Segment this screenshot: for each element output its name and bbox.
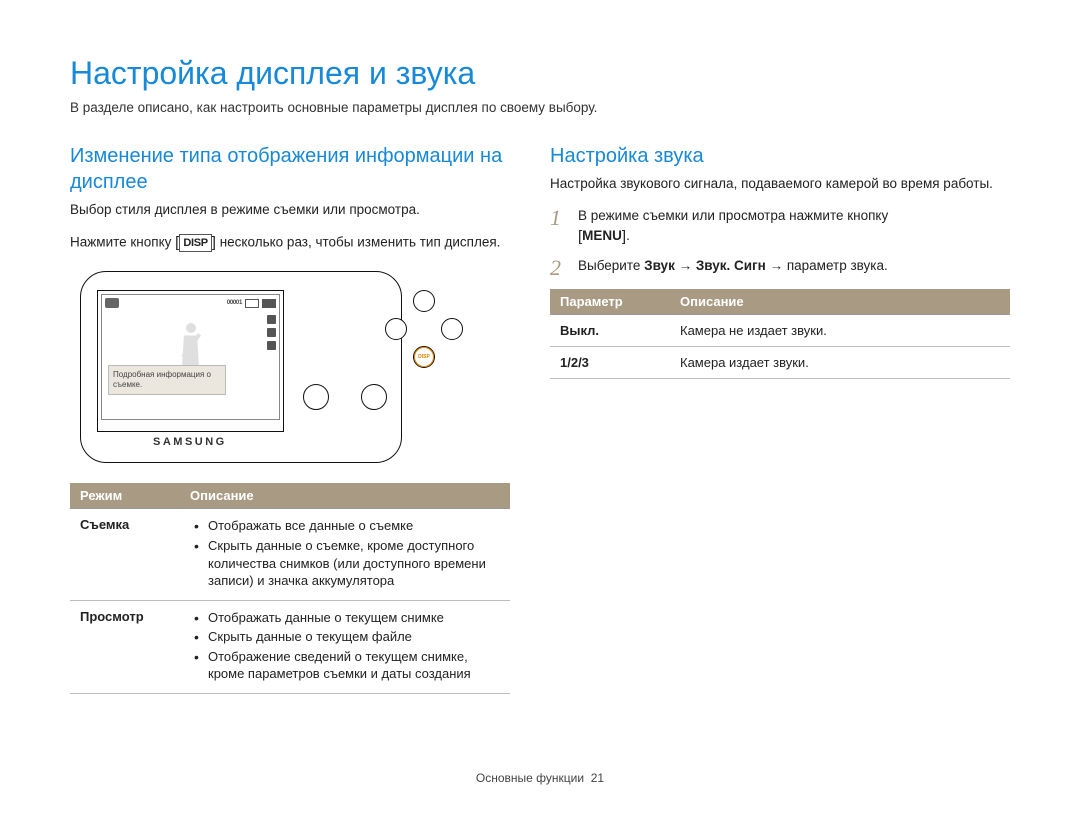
aux-button-1 (303, 384, 329, 410)
right-column: Настройка звука Настройка звукового сигн… (550, 143, 1010, 694)
page-footer: Основные функции 21 (0, 771, 1080, 785)
right-subtext: Настройка звукового сигнала, подаваемого… (550, 175, 1010, 193)
bullet-item: Отображать все данные о съемке (204, 517, 500, 535)
menu-key: MENU (582, 228, 622, 243)
mode-desc: Отображать все данные о съемке Скрыть да… (180, 509, 510, 600)
col-header-desc: Описание (180, 483, 510, 509)
manual-page: Настройка дисплея и звука В разделе опис… (0, 0, 1080, 815)
camera-mode-icon (105, 298, 119, 308)
side-icon-3 (267, 341, 276, 350)
aux-buttons (303, 384, 387, 410)
param-desc: Камера не издает звуки. (670, 315, 1010, 347)
left-column: Изменение типа отображения информации на… (70, 143, 510, 694)
screen-topbar: 00001 (105, 298, 276, 308)
mode-label: Просмотр (70, 600, 180, 693)
bullet-item: Скрыть данные о текущем файле (204, 628, 500, 646)
instruction-suffix: несколько раз, чтобы изменить тип диспле… (216, 235, 500, 250)
col-header-param: Параметр (550, 289, 670, 315)
left-heading: Изменение типа отображения информации на… (70, 143, 510, 195)
table-row: 1/2/3 Камера издает звуки. (550, 347, 1010, 379)
mode-label: Съемка (70, 509, 180, 600)
screen-readout: 00001 (227, 299, 276, 308)
col-header-desc: Описание (670, 289, 1010, 315)
table-row: Выкл. Камера не издает звуки. (550, 315, 1010, 347)
col-header-mode: Режим (70, 483, 180, 509)
bullet-item: Отображать данные о текущем снимке (204, 609, 500, 627)
nav-left-button (385, 318, 407, 340)
step-number: 2 (550, 257, 568, 279)
bullet-item: Скрыть данные о съемке, кроме доступного… (204, 537, 500, 590)
nav-up-button (413, 290, 435, 312)
nav-down-disp-button: DISP (413, 346, 435, 368)
right-heading: Настройка звука (550, 143, 1010, 169)
disp-key: DISP (179, 234, 211, 252)
side-icon-1 (267, 315, 276, 324)
camera-screen: 00001 (97, 290, 284, 432)
bullet-item: Отображение сведений о текущем снимке, к… (204, 648, 500, 683)
readout-counter: 00001 (227, 300, 242, 306)
step-post: → параметр звука. (766, 258, 888, 273)
mode-desc: Отображать данные о текущем снимке Скрыт… (180, 600, 510, 693)
sound-option-table: Параметр Описание Выкл. Камера не издает… (550, 289, 1010, 379)
table-row: Просмотр Отображать данные о текущем сни… (70, 600, 510, 693)
nav-right-button (441, 318, 463, 340)
step-text: Выберите Звук → Звук. Сигн → параметр зв… (578, 257, 888, 279)
brand-label: SAMSUNG (153, 436, 227, 448)
param-label: Выкл. (550, 315, 670, 347)
disp-instruction: Нажмите кнопку [DISP] несколько раз, что… (70, 233, 510, 253)
page-title: Настройка дисплея и звука (70, 55, 1010, 92)
left-subtext: Выбор стиля дисплея в режиме съемки или … (70, 201, 510, 219)
param-desc: Камера издает звуки. (670, 347, 1010, 379)
camera-illustration: 00001 (80, 271, 402, 463)
step-2: 2 Выберите Звук → Звук. Сигн → параметр … (550, 257, 1010, 279)
table-row: Съемка Отображать все данные о съемке Ск… (70, 509, 510, 600)
content-columns: Изменение типа отображения информации на… (70, 143, 1010, 694)
screen-tooltip: Подробная информация о съемке. (108, 365, 226, 394)
screen-side-icons (267, 315, 276, 350)
display-mode-table: Режим Описание Съемка Отображать все дан… (70, 483, 510, 693)
disp-button-ring: DISP (414, 347, 434, 367)
step-pre: В режиме съемки или просмотра нажмите кн… (578, 208, 888, 223)
instruction-prefix: Нажмите кнопку (70, 235, 175, 250)
footer-section: Основные функции (476, 771, 584, 785)
screen-inner: 00001 (101, 294, 280, 420)
battery-icon (262, 299, 276, 308)
param-label: 1/2/3 (550, 347, 670, 379)
step-number: 1 (550, 207, 568, 247)
memory-icon (245, 299, 259, 308)
side-icon-2 (267, 328, 276, 337)
step-post: . (626, 228, 630, 243)
aux-button-2 (361, 384, 387, 410)
page-intro: В разделе описано, как настроить основны… (70, 100, 1010, 115)
step-text: В режиме съемки или просмотра нажмите кн… (578, 207, 888, 247)
step-1: 1 В режиме съемки или просмотра нажмите … (550, 207, 1010, 247)
menu-path: Звук → Звук. Сигн (644, 258, 766, 273)
step-pre: Выберите (578, 258, 644, 273)
footer-page: 21 (591, 771, 604, 785)
